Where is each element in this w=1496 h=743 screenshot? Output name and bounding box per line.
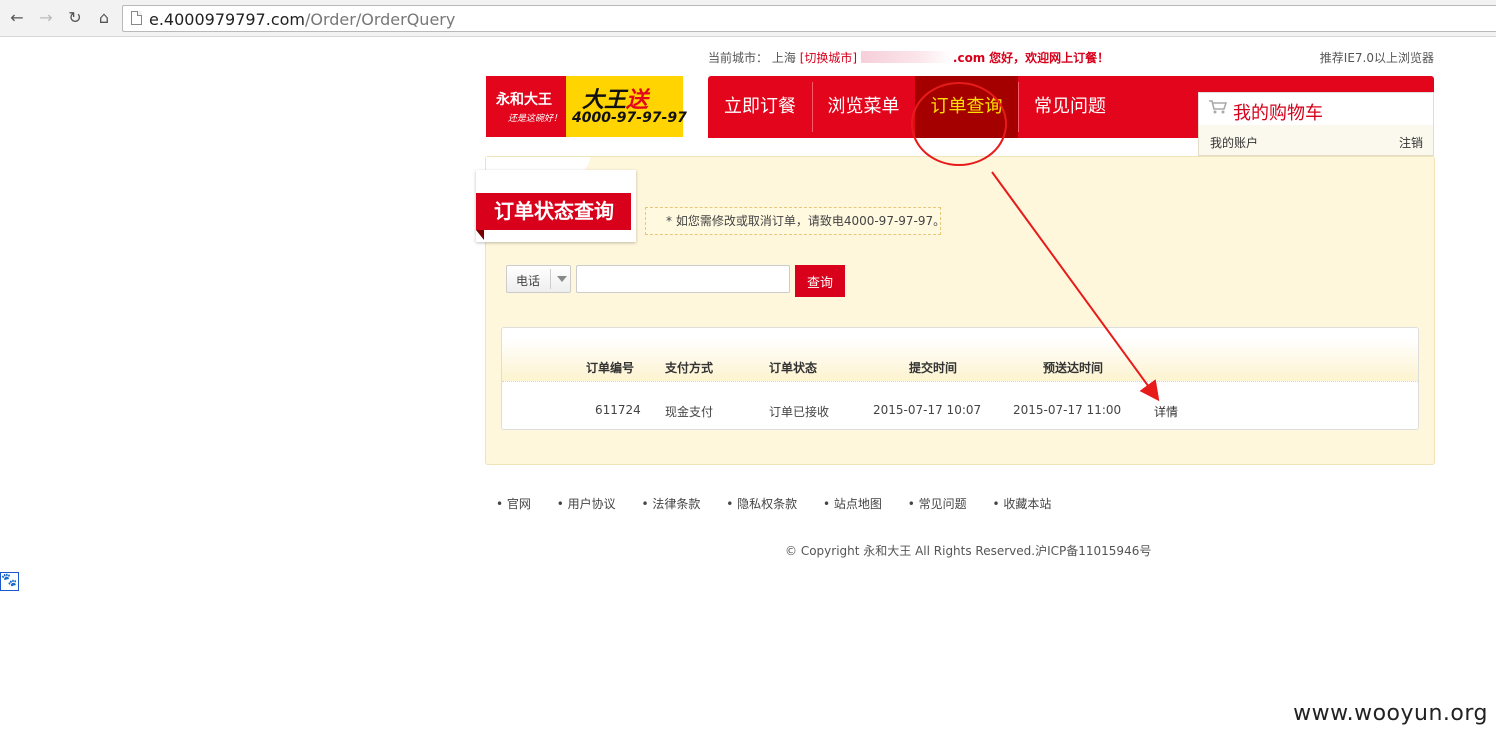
city-name: 上海 <box>771 51 796 65</box>
footer-link-sitemap[interactable]: 站点地图 <box>823 497 882 511</box>
header-payment: 支付方式 <box>665 361 714 375</box>
row-status: 订单已接收 <box>769 405 830 419</box>
forward-icon[interactable]: → <box>35 8 57 28</box>
header-order-no: 订单编号 <box>586 361 635 375</box>
notice-box: * 如您需修改或取消订单，请致电4000-97-97-97。 <box>645 207 945 235</box>
shopping-cart[interactable]: 我的购物车 <box>1198 92 1434 125</box>
welcome-text: 您好，欢迎网上订餐！ <box>989 51 1110 65</box>
order-detail-link[interactable]: 详情 <box>1154 403 1178 420</box>
copyright: © Copyright 永和大王 All Rights Reserved.沪IC… <box>785 544 1152 558</box>
browser-toolbar: ← → ↻ ⌂ e.4000979797.com/Order/OrderQuer… <box>0 0 1496 37</box>
brand-name: 永和大王 <box>496 92 552 108</box>
footer-links: 官网 用户协议 法律条款 隐私权条款 站点地图 常见问题 收藏本站 <box>496 495 1073 512</box>
delivery-phone: 4000-97-97-97 <box>572 110 687 126</box>
user-domain: .com <box>952 51 986 65</box>
footer-link-agreement[interactable]: 用户协议 <box>557 497 616 511</box>
section-title: 订单状态查询 <box>476 193 631 230</box>
header-eta: 预送达时间 <box>1043 361 1104 375</box>
address-bar[interactable]: e.4000979797.com/Order/OrderQuery <box>122 5 1496 32</box>
row-eta: 2015-07-17 11:00 <box>1013 403 1122 417</box>
home-icon[interactable]: ⌂ <box>93 8 115 28</box>
delivery-logo[interactable]: 大王送 4000-97-97-97 <box>566 76 687 137</box>
row-submitted: 2015-07-17 10:07 <box>873 403 982 417</box>
reload-icon[interactable]: ↻ <box>64 8 86 28</box>
select-divider <box>550 269 551 289</box>
cart-label: 我的购物车 <box>1233 103 1323 124</box>
chevron-down-icon <box>557 276 567 282</box>
switch-city-link[interactable]: [切换城市] <box>800 51 857 65</box>
orders-table: 订单编号 支付方式 订单状态 提交时间 预送达时间 611724 现金支付 订单… <box>501 327 1419 430</box>
url-path: /Order/OrderQuery <box>304 10 456 29</box>
query-type-select[interactable]: 电话 <box>506 265 571 293</box>
brand-slogan: 还是这碗好！ <box>508 114 563 124</box>
cart-icon <box>1209 100 1227 114</box>
top-info-bar: 当前城市： 上海 [切换城市] .com 您好，欢迎网上订餐！ <box>708 49 1109 66</box>
url-host: e.4000979797.com <box>149 10 305 29</box>
header-status: 订单状态 <box>769 361 818 375</box>
annotation-circle <box>911 82 1007 166</box>
redacted-username <box>860 51 953 63</box>
account-bar: 我的账户 注销 <box>1198 125 1434 156</box>
url-text[interactable]: e.4000979797.com/Order/OrderQuery <box>149 10 455 29</box>
footer-link-bookmark[interactable]: 收藏本站 <box>993 497 1052 511</box>
query-input[interactable] <box>576 265 790 293</box>
my-account-link[interactable]: 我的账户 <box>1210 134 1258 151</box>
back-icon[interactable]: ← <box>6 8 28 28</box>
baidu-paw-icon[interactable]: 🐾 <box>0 572 19 591</box>
query-type-value: 电话 <box>516 274 541 288</box>
nav-order-now[interactable]: 立即订餐 <box>708 76 812 138</box>
row-order-no: 611724 <box>595 403 641 417</box>
footer-link-faq[interactable]: 常见问题 <box>908 497 967 511</box>
page-icon <box>131 11 142 25</box>
row-payment: 现金支付 <box>665 405 714 419</box>
browser-tip: 推荐IE7.0以上浏览器 <box>1319 51 1434 65</box>
footer-link-legal[interactable]: 法律条款 <box>642 497 701 511</box>
query-button[interactable]: 查询 <box>795 265 845 297</box>
watermark: www.wooyun.org <box>1293 701 1488 726</box>
header-submitted: 提交时间 <box>909 361 958 375</box>
footer-link-home[interactable]: 官网 <box>496 497 531 511</box>
table-header <box>502 328 1418 382</box>
city-label: 当前城市： <box>708 51 769 65</box>
logout-link[interactable]: 注销 <box>1399 134 1423 151</box>
footer-link-privacy[interactable]: 隐私权条款 <box>726 497 797 511</box>
nav-browse-menu[interactable]: 浏览菜单 <box>812 76 915 138</box>
ribbon-fold <box>476 230 484 240</box>
nav-faq[interactable]: 常见问题 <box>1018 76 1122 138</box>
brand-logo[interactable]: 永和大王 还是这碗好！ <box>486 76 566 137</box>
